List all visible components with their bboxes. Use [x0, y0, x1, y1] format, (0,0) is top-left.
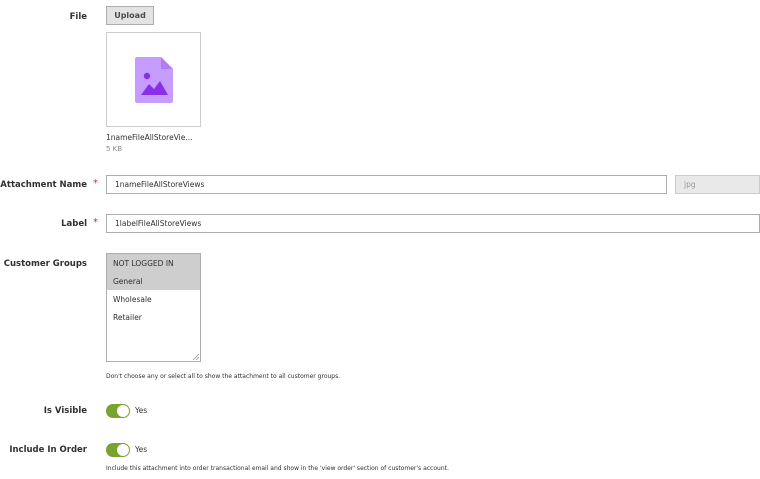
include-in-order-label: Include In Order — [9, 445, 87, 455]
extension-field: jpg — [675, 175, 760, 194]
customer-group-option[interactable]: NOT LOGGED IN — [107, 254, 200, 272]
attachment-name-input[interactable]: 1nameFileAllStoreViews — [106, 175, 667, 194]
label-field-label: Label — [61, 219, 87, 229]
label-input[interactable]: 1labelFileAllStoreViews — [106, 214, 760, 233]
customer-groups-multiselect[interactable]: NOT LOGGED IN General Wholesale Retailer — [106, 253, 201, 362]
toggle-knob — [117, 405, 129, 417]
is-visible-state: Yes — [135, 406, 148, 415]
is-visible-toggle[interactable] — [106, 404, 130, 418]
resize-handle-icon[interactable] — [193, 354, 199, 360]
include-in-order-state: Yes — [135, 445, 148, 454]
required-marker: * — [93, 217, 98, 228]
toggle-knob — [117, 444, 129, 456]
required-marker: * — [93, 178, 98, 189]
customer-group-option[interactable]: General — [107, 272, 200, 290]
customer-group-option[interactable]: Retailer — [107, 308, 200, 326]
attachment-name-label: Attachment Name — [0, 180, 87, 190]
customer-group-option[interactable]: Wholesale — [107, 290, 200, 308]
customer-groups-note: Don't choose any or select all to show t… — [106, 373, 341, 380]
file-name: 1nameFileAllStoreVie... — [106, 133, 193, 142]
upload-button[interactable]: Upload — [106, 6, 154, 25]
file-label: File — [69, 12, 87, 22]
customer-groups-label: Customer Groups — [3, 259, 87, 269]
is-visible-label: Is Visible — [43, 406, 87, 416]
image-file-icon — [135, 57, 173, 103]
file-size: 5 KB — [106, 145, 123, 153]
file-preview[interactable] — [106, 32, 201, 127]
include-in-order-note: Include this attachment into order trans… — [106, 465, 449, 472]
include-in-order-toggle[interactable] — [106, 443, 130, 457]
